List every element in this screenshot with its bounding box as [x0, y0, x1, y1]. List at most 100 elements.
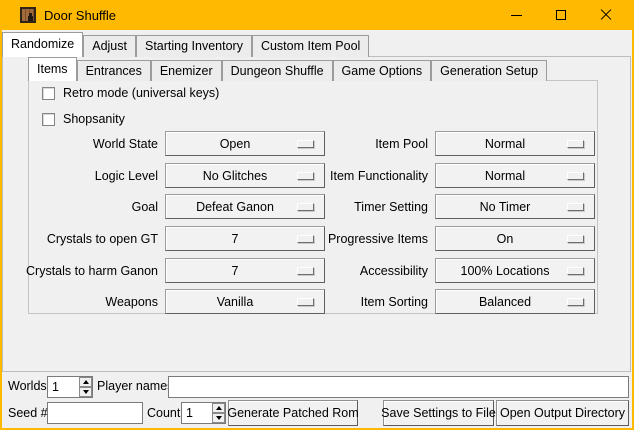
- crystals-gt-label: Crystals to open GT: [18, 232, 158, 246]
- maximize-icon: [556, 10, 566, 20]
- world-state-label: World State: [18, 137, 158, 151]
- close-icon: [600, 9, 612, 21]
- row-crystals-gt: Crystals to open GT 7: [18, 226, 325, 251]
- tab-dungeon-shuffle[interactable]: Dungeon Shuffle: [222, 60, 333, 81]
- item-pool-dropdown[interactable]: Normal: [435, 131, 595, 156]
- item-functionality-label: Item Functionality: [288, 169, 428, 183]
- tab-items[interactable]: Items: [28, 57, 77, 81]
- weapons-label: Weapons: [18, 295, 158, 309]
- row-progressive-items: Progressive Items On: [288, 226, 595, 251]
- worlds-spin-up-button[interactable]: [79, 377, 92, 387]
- arrow-down-icon: [216, 416, 222, 420]
- retro-mode-label: Retro mode (universal keys): [63, 86, 219, 100]
- tab-generation-setup[interactable]: Generation Setup: [431, 60, 547, 81]
- count-spin-down-button[interactable]: [212, 413, 225, 423]
- count-spinbox: [181, 402, 226, 424]
- item-sorting-value: Balanced: [479, 295, 531, 309]
- optionmenu-indicator-icon: [567, 203, 584, 211]
- optionmenu-indicator-icon: [567, 140, 584, 148]
- accessibility-label: Accessibility: [288, 264, 428, 278]
- count-input[interactable]: [182, 403, 212, 423]
- row-logic-level: Logic Level No Glitches: [18, 163, 325, 188]
- door-shuffle-window: Door Shuffle Randomize Adjust Starting I…: [0, 0, 634, 430]
- item-sorting-label: Item Sorting: [288, 295, 428, 309]
- window-title: Door Shuffle: [44, 8, 116, 23]
- goal-value: Defeat Ganon: [196, 200, 274, 214]
- optionmenu-indicator-icon: [567, 235, 584, 243]
- row-item-pool: Item Pool Normal: [288, 131, 595, 156]
- item-sorting-dropdown[interactable]: Balanced: [435, 289, 595, 314]
- arrow-down-icon: [83, 390, 89, 394]
- shopsanity-label: Shopsanity: [63, 112, 125, 126]
- worlds-label: Worlds: [8, 379, 47, 393]
- minimize-icon: [511, 15, 522, 16]
- timer-setting-dropdown[interactable]: No Timer: [435, 194, 595, 219]
- optionmenu-indicator-icon: [567, 172, 584, 180]
- accessibility-value: 100% Locations: [461, 264, 550, 278]
- count-spin-up-button[interactable]: [212, 403, 225, 413]
- worlds-input[interactable]: [48, 377, 79, 397]
- player-names-input[interactable]: [168, 376, 629, 398]
- maximize-button[interactable]: [539, 0, 583, 30]
- goal-label: Goal: [18, 200, 158, 214]
- timer-setting-value: No Timer: [480, 200, 531, 214]
- shopsanity-checkbox-box: [42, 113, 55, 126]
- accessibility-dropdown[interactable]: 100% Locations: [435, 258, 595, 283]
- row-weapons: Weapons Vanilla: [18, 289, 325, 314]
- progressive-items-value: On: [497, 232, 514, 246]
- logic-level-label: Logic Level: [18, 169, 158, 183]
- seed-label: Seed #: [8, 406, 48, 420]
- logic-level-value: No Glitches: [203, 169, 268, 183]
- door-plate-detail: [28, 16, 33, 21]
- tab-entrances[interactable]: Entrances: [77, 60, 151, 81]
- close-button[interactable]: [584, 0, 628, 30]
- crystals-gt-value: 7: [232, 232, 239, 246]
- player-names-label: Player names: [97, 379, 173, 393]
- sub-tab-bar: Items Entrances Enemizer Dungeon Shuffle…: [28, 57, 547, 81]
- retro-mode-checkbox-box: [42, 87, 55, 100]
- item-functionality-value: Normal: [485, 169, 525, 183]
- door-icon: [20, 7, 36, 23]
- tab-enemizer[interactable]: Enemizer: [151, 60, 222, 81]
- save-settings-button[interactable]: Save Settings to File: [383, 400, 494, 426]
- worlds-spin-buttons: [79, 377, 92, 397]
- tab-game-options[interactable]: Game Options: [333, 60, 432, 81]
- tab-starting-inventory[interactable]: Starting Inventory: [136, 35, 252, 57]
- checkbox-shopsanity[interactable]: Shopsanity: [42, 112, 125, 126]
- row-crystals-ganon: Crystals to harm Ganon 7: [18, 258, 325, 283]
- tab-adjust[interactable]: Adjust: [83, 35, 136, 57]
- open-output-directory-button[interactable]: Open Output Directory: [496, 400, 629, 426]
- row-timer-setting: Timer Setting No Timer: [288, 194, 595, 219]
- row-goal: Goal Defeat Ganon: [18, 194, 325, 219]
- item-pool-value: Normal: [485, 137, 525, 151]
- optionmenu-indicator-icon: [567, 267, 584, 275]
- crystals-ganon-value: 7: [232, 264, 239, 278]
- seed-input[interactable]: [47, 402, 143, 424]
- timer-setting-label: Timer Setting: [288, 200, 428, 214]
- crystals-ganon-label: Crystals to harm Ganon: [18, 264, 158, 278]
- count-label: Count: [147, 406, 180, 420]
- row-accessibility: Accessibility 100% Locations: [288, 258, 595, 283]
- worlds-spinbox: [47, 376, 93, 398]
- weapons-value: Vanilla: [217, 295, 254, 309]
- worlds-spin-down-button[interactable]: [79, 387, 92, 397]
- row-item-sorting: Item Sorting Balanced: [288, 289, 595, 314]
- arrow-up-icon: [83, 380, 89, 384]
- progressive-items-dropdown[interactable]: On: [435, 226, 595, 251]
- count-spin-buttons: [212, 403, 225, 423]
- minimize-button[interactable]: [494, 0, 538, 30]
- tab-randomize[interactable]: Randomize: [2, 32, 83, 57]
- checkbox-retro-mode[interactable]: Retro mode (universal keys): [42, 86, 219, 100]
- optionmenu-indicator-icon: [567, 298, 584, 306]
- generate-patched-rom-button[interactable]: Generate Patched Rom: [228, 400, 358, 426]
- row-item-functionality: Item Functionality Normal: [288, 163, 595, 188]
- row-world-state: World State Open: [18, 131, 325, 156]
- tab-custom-item-pool[interactable]: Custom Item Pool: [252, 35, 369, 57]
- world-state-value: Open: [220, 137, 251, 151]
- progressive-items-label: Progressive Items: [288, 232, 428, 246]
- item-functionality-dropdown[interactable]: Normal: [435, 163, 595, 188]
- titlebar: Door Shuffle: [0, 0, 634, 30]
- arrow-up-icon: [216, 406, 222, 410]
- main-tab-bar: Randomize Adjust Starting Inventory Cust…: [2, 32, 369, 57]
- item-pool-label: Item Pool: [288, 137, 428, 151]
